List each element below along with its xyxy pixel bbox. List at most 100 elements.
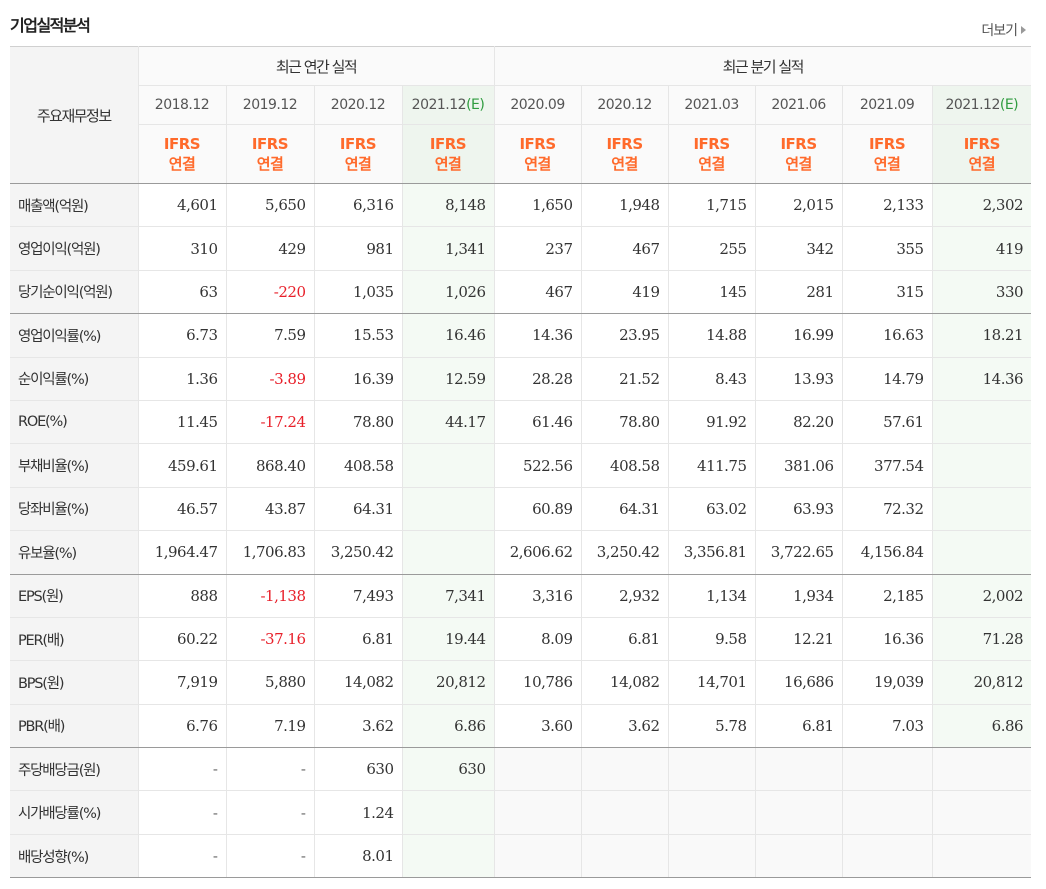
table-cell	[842, 834, 933, 879]
table-cell: 2,002	[932, 574, 1032, 618]
table-cell	[402, 790, 495, 835]
more-link[interactable]: 더보기	[981, 20, 1026, 40]
table-cell: 1,650	[494, 183, 582, 228]
table-cell: 91.92	[668, 400, 756, 445]
table-cell: -37.16	[226, 617, 315, 662]
table-cell: 60.22	[138, 617, 227, 662]
table-cell	[932, 443, 1032, 488]
table-cell: 1,934	[755, 574, 843, 618]
table-cell	[402, 530, 495, 575]
table-row: 유보율(%) 1,964.47 1,706.83 3,250.42 2,606.62 3,…	[10, 530, 1032, 575]
table-cell: 2,015	[755, 183, 843, 228]
table-cell: 13.93	[755, 357, 843, 401]
period-date: 2021.09	[859, 97, 915, 113]
table-cell: 6,316	[314, 183, 403, 228]
table-label-header: 주요재무정보	[10, 46, 139, 184]
row-label: 시가배당률(%)	[10, 790, 139, 835]
financial-table: 주요재무정보 최근 연간 실적 최근 분기 실적 2018.12 2019.12 2…	[10, 46, 1032, 879]
table-cell	[842, 747, 933, 792]
table-cell: 14,082	[581, 660, 669, 705]
table-cell: 78.80	[581, 400, 669, 445]
table-cell: 8.09	[494, 617, 582, 662]
row-label: ROE(%)	[10, 400, 139, 445]
section-title: 기업실적분석	[10, 16, 91, 35]
row-label: 유보율(%)	[10, 530, 139, 575]
estimate-mark: (E)	[999, 97, 1019, 113]
table-cell: 44.17	[402, 400, 495, 445]
table-cell	[581, 834, 669, 879]
table-cell: 12.21	[755, 617, 843, 662]
table-cell: 6.73	[138, 313, 227, 358]
accounting-standard: IFRS 연결	[581, 124, 669, 184]
table-body: 매출액(억원) 4,601 5,650 6,316 8,148 1,650 1,948 1,7…	[10, 183, 1032, 879]
table-cell: 1,964.47	[138, 530, 227, 575]
period-header: 2020.12	[314, 85, 403, 125]
period-header: 2021.09	[842, 85, 933, 125]
table-cell: 1,134	[668, 574, 756, 618]
table-cell: 12.59	[402, 357, 495, 401]
table-cell	[581, 790, 669, 835]
table-cell: 1,035	[314, 270, 403, 315]
table-cell: 71.28	[932, 617, 1032, 662]
table-cell: 1,026	[402, 270, 495, 315]
period-header: 2020.12	[581, 85, 669, 125]
table-cell: 3,316	[494, 574, 582, 618]
row-label: BPS(원)	[10, 660, 139, 705]
row-label: 순이익률(%)	[10, 357, 139, 401]
table-row: EPS(원) 888 -1,138 7,493 7,341 3,316 2,932 1,134…	[10, 574, 1032, 618]
table-cell: 522.56	[494, 443, 582, 488]
table-cell	[494, 834, 582, 879]
table-cell: 16,686	[755, 660, 843, 705]
table-cell: 60.89	[494, 487, 582, 532]
accounting-standard: IFRS 연결	[494, 124, 582, 184]
table-cell: 6.81	[314, 617, 403, 662]
table-cell: 19.44	[402, 617, 495, 662]
standard-line1: IFRS	[963, 135, 1001, 153]
row-label: 당기순이익(억원)	[10, 270, 139, 315]
accounting-standard: IFRS 연결	[842, 124, 933, 184]
table-cell: 1,948	[581, 183, 669, 228]
table-cell	[668, 747, 756, 792]
period-header: 2021.12(E)	[402, 85, 495, 125]
table-cell: 5.78	[668, 704, 756, 749]
table-cell: 8.01	[314, 834, 403, 879]
table-cell: 16.39	[314, 357, 403, 401]
row-label: PBR(배)	[10, 704, 139, 749]
standard-line1: IFRS	[693, 135, 730, 153]
table-cell: 9.58	[668, 617, 756, 662]
table-row: PER(배) 60.22 -37.16 6.81 19.44 8.09 6.81 9.58 12…	[10, 617, 1032, 662]
table-cell: 78.80	[314, 400, 403, 445]
table-cell: 7.03	[842, 704, 933, 749]
standard-line2: 연결	[344, 155, 372, 173]
table-cell: 7,919	[138, 660, 227, 705]
table-cell	[932, 530, 1032, 575]
row-label: 당좌비율(%)	[10, 487, 139, 532]
row-label: 영업이익(억원)	[10, 226, 139, 271]
standard-line1: IFRS	[868, 135, 906, 153]
table-cell: 16.36	[842, 617, 933, 662]
table-cell: 1.36	[138, 357, 227, 401]
table-cell: 1,706.83	[226, 530, 315, 575]
table-cell: 15.53	[314, 313, 403, 358]
period-header: 2021.06	[755, 85, 843, 125]
standard-line1: IFRS	[163, 135, 201, 153]
table-cell: -	[138, 747, 227, 792]
table-cell: 46.57	[138, 487, 227, 532]
accounting-standard: IFRS 연결	[932, 124, 1032, 184]
table-cell: 20,812	[402, 660, 495, 705]
standard-line2: 연결	[698, 155, 725, 173]
table-cell: -	[138, 790, 227, 835]
triangle-right-icon	[1021, 26, 1026, 34]
table-cell: 6.81	[755, 704, 843, 749]
table-cell	[755, 790, 843, 835]
standard-line2: 연결	[611, 155, 638, 173]
accounting-standard: IFRS 연결	[668, 124, 756, 184]
table-cell	[755, 747, 843, 792]
table-cell	[755, 834, 843, 879]
table-cell: 6.81	[581, 617, 669, 662]
table-cell: 20,812	[932, 660, 1032, 705]
table-cell: 429	[226, 226, 315, 271]
table-cell	[932, 790, 1032, 835]
period-date: 2020.09	[510, 97, 565, 113]
table-cell: 981	[314, 226, 403, 271]
